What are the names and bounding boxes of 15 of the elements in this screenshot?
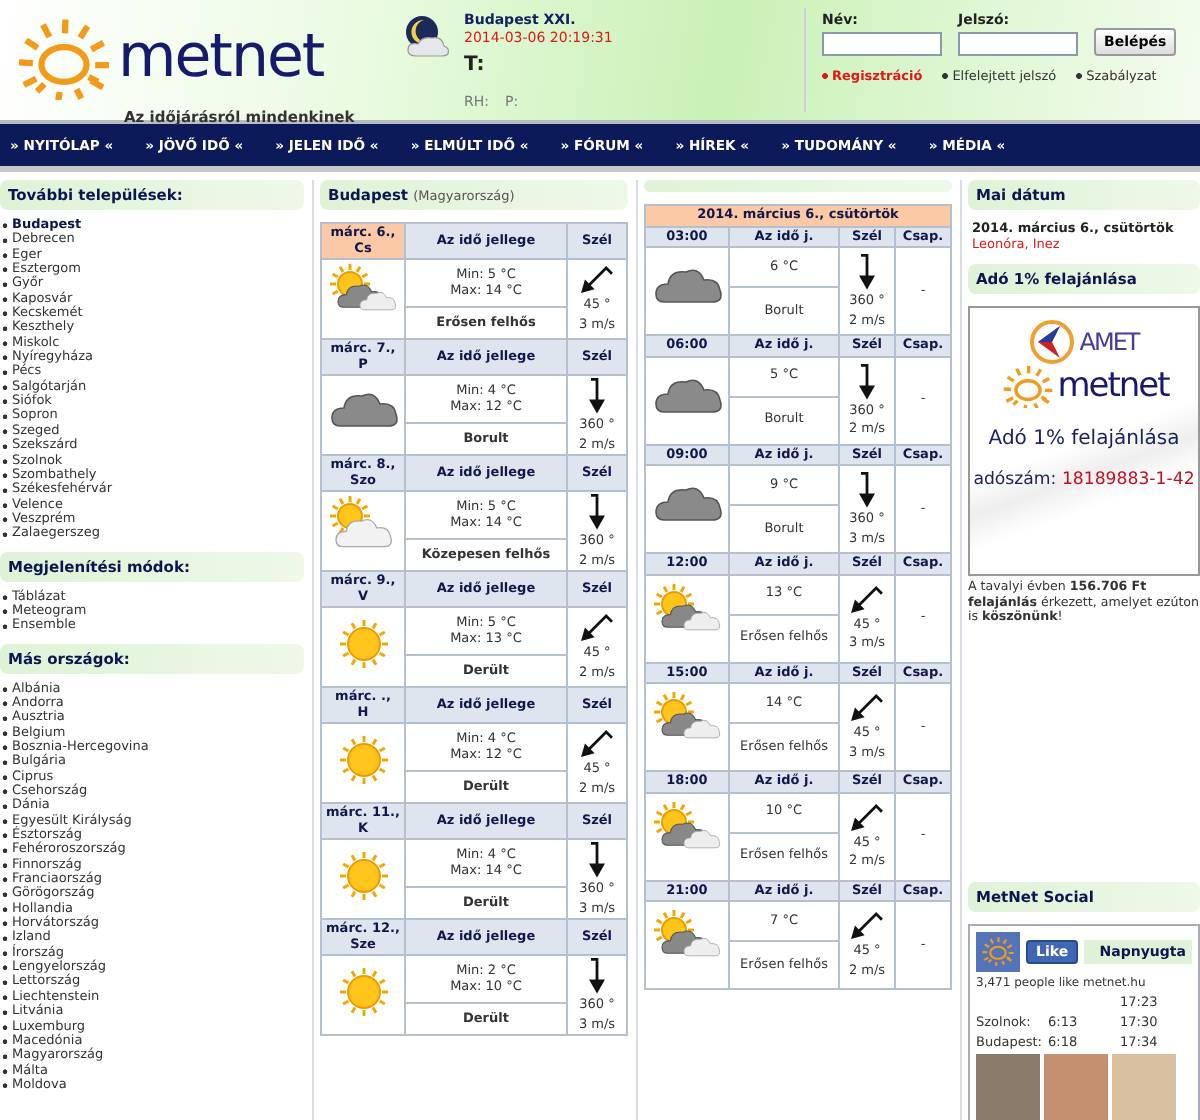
site-logo[interactable]: metnet	[118, 27, 324, 88]
photo-placeholder	[1112, 1053, 1176, 1120]
donation-banner[interactable]: AMET metnet Adó 1% felajánlása adószám: 18189883-1-42	[968, 306, 1200, 576]
photo-placeholder	[1044, 1053, 1108, 1120]
photo-placeholder	[976, 1053, 1040, 1120]
banner-headline: Adó 1% felajánlása	[988, 428, 1180, 451]
brand-text: AMET	[1079, 330, 1139, 354]
password-field[interactable]	[958, 32, 1078, 56]
temperature-label: T:	[464, 54, 487, 76]
tax-number: adószám: 18189883-1-42	[973, 470, 1195, 491]
username-field[interactable]	[822, 32, 942, 56]
amet-logo-icon	[1029, 320, 1074, 364]
logo-text: metnet	[1057, 369, 1169, 404]
moon-cloud-icon	[400, 12, 452, 60]
sun-logo-icon	[999, 364, 1056, 409]
